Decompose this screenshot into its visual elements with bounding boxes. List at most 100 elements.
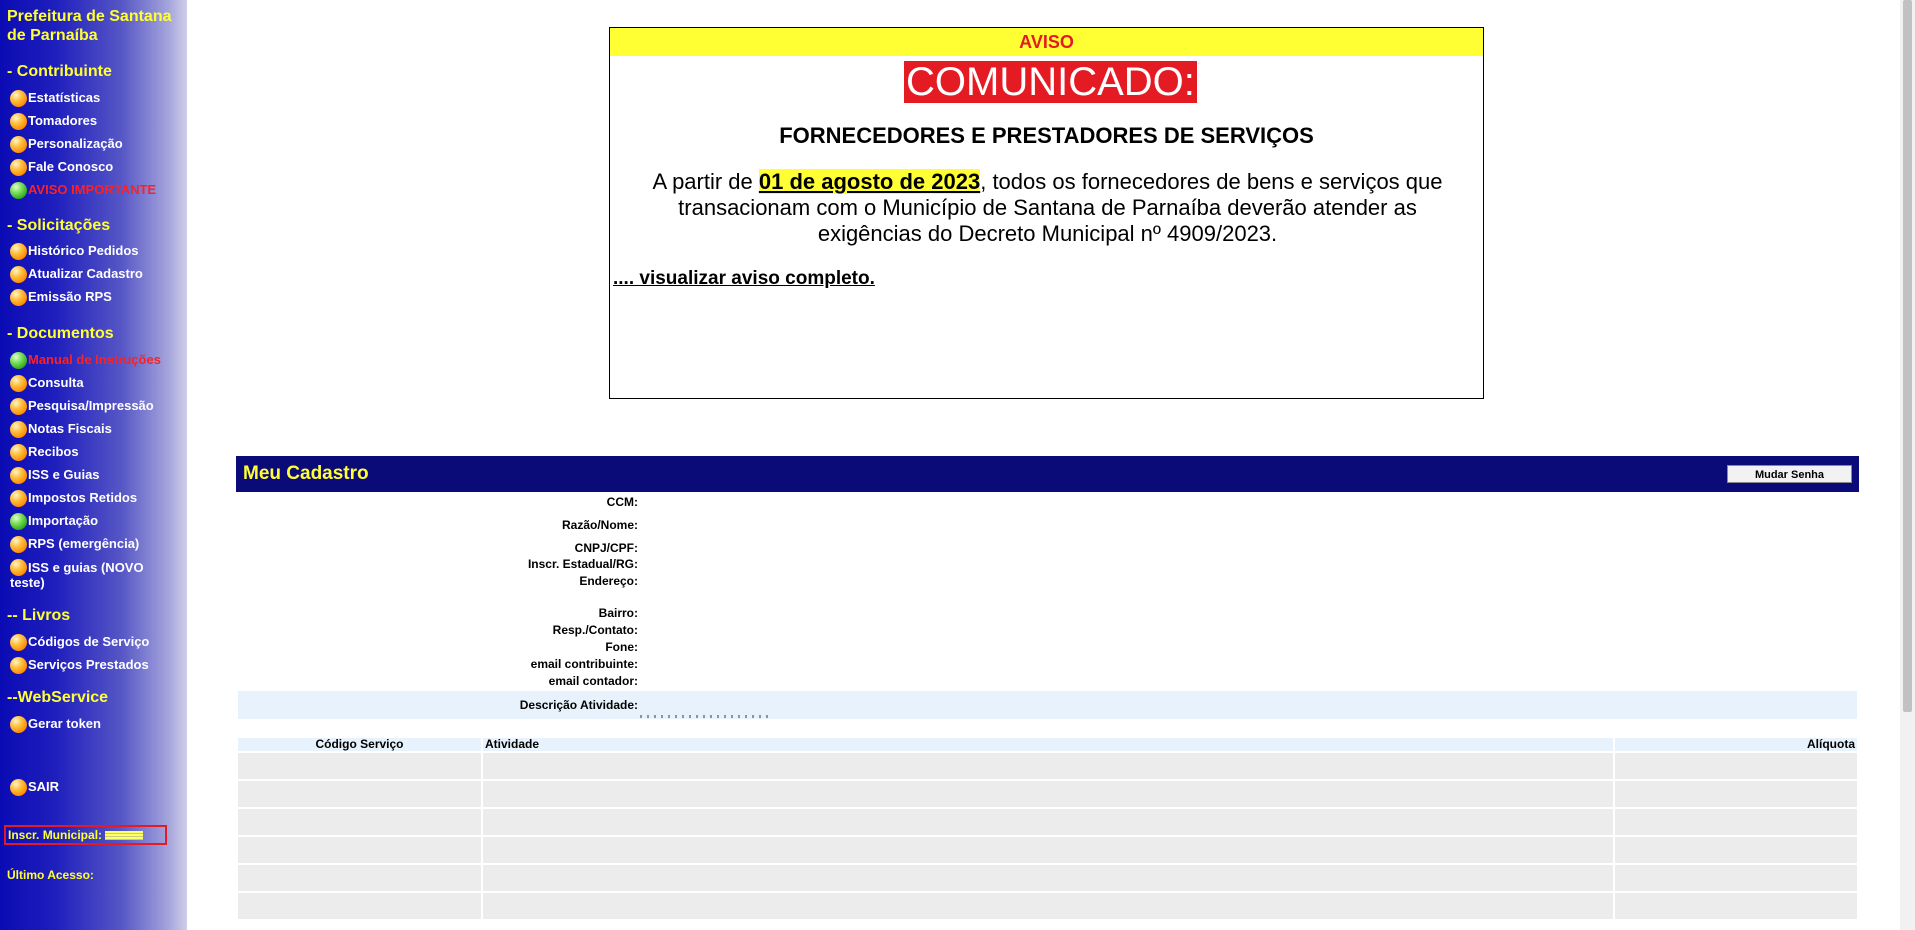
sidebar-item-sair[interactable]: SAIR [10, 778, 60, 796]
sidebar-item-atualizar-cadastro[interactable]: Atualizar Cadastro [10, 265, 143, 283]
meu-cadastro-header: Meu Cadastro Mudar Senha [236, 456, 1859, 492]
table-cell [483, 893, 1613, 919]
green-ball-icon [10, 182, 27, 199]
orange-ball-icon [10, 421, 27, 438]
field-label-ccm: CCM: [606, 495, 638, 509]
sidebar-heading: -- Livros [7, 607, 71, 624]
field-label-cnpj-cpf: CNPJ/CPF: [574, 541, 638, 555]
table-cell [1615, 893, 1857, 919]
column-header-codigo: Código Serviço [238, 738, 481, 751]
sidebar-item-codigos-de-servico[interactable]: Códigos de Serviço [10, 633, 150, 651]
table-cell [1615, 865, 1857, 891]
sidebar-item-label: Códigos de Serviço [28, 634, 150, 649]
table-cell [238, 837, 481, 863]
truncated-text-fragment [640, 715, 770, 718]
orange-ball-icon [10, 289, 27, 306]
services-table-body [238, 753, 1857, 919]
green-ball-icon [10, 513, 27, 530]
table-cell [238, 809, 481, 835]
field-label-razao-nome: Razão/Nome: [561, 518, 638, 532]
sidebar-item-label: Manual de Instruções [28, 352, 161, 367]
ultimo-acesso-label: Último Acesso: [7, 868, 94, 882]
orange-ball-icon [10, 136, 27, 153]
sidebar-item-label: Histórico Pedidos [28, 243, 139, 258]
sidebar-heading: - Contribuinte [7, 63, 112, 80]
table-cell [483, 837, 1613, 863]
sidebar-item-label: Consulta [28, 375, 84, 390]
sidebar-item-label: ISS e guias (NOVO teste) [10, 560, 144, 590]
sidebar-item-label: Fale Conosco [28, 159, 114, 174]
sidebar-heading: --WebService [7, 689, 109, 706]
orange-ball-icon [10, 716, 27, 733]
sidebar-item-aviso-importante[interactable]: AVISO IMPORTANTE [10, 181, 157, 199]
sidebar-heading: - Solicitações [7, 217, 111, 234]
table-cell [238, 781, 481, 807]
vertical-scrollbar[interactable] [1900, 0, 1915, 930]
aviso-date-highlight: 01 de agosto de 2023 [758, 169, 981, 194]
table-row [238, 809, 1857, 835]
services-table: Código Serviço Atividade Alíquota [236, 736, 1859, 921]
sidebar-item-notas-fiscais[interactable]: Notas Fiscais [10, 420, 112, 438]
sidebar-item-personalizacao[interactable]: Personalização [10, 135, 123, 153]
sidebar-item-tomadores[interactable]: Tomadores [10, 112, 97, 130]
sidebar-item-manual-de-instrucoes[interactable]: Manual de Instruções [10, 351, 161, 369]
view-full-notice-link[interactable]: .... visualizar aviso completo. [613, 268, 875, 290]
orange-ball-icon [10, 779, 27, 796]
sidebar-item-servicos-prestados[interactable]: Serviços Prestados [10, 656, 149, 674]
table-cell [238, 865, 481, 891]
table-cell [238, 893, 481, 919]
sidebar-item-label: RPS (emergência) [28, 536, 140, 551]
aviso-panel: AVISO COMUNICADO: FORNECEDORES E PRESTAD… [609, 27, 1484, 399]
sidebar-item-emissao-rps[interactable]: Emissão RPS [10, 288, 112, 306]
table-cell [1615, 809, 1857, 835]
sidebar-item-historico-pedidos[interactable]: Histórico Pedidos [10, 242, 139, 260]
sidebar-item-rps-emergencia[interactable]: RPS (emergência) [10, 535, 140, 553]
field-label-email-contribuinte: email contribuinte: [530, 657, 638, 671]
table-row [238, 781, 1857, 807]
sidebar-item-importacao[interactable]: Importação [10, 512, 99, 530]
sidebar-item-fale-conosco[interactable]: Fale Conosco [10, 158, 114, 176]
table-cell [1615, 837, 1857, 863]
orange-ball-icon [10, 113, 27, 130]
sidebar-item-iss-e-guias[interactable]: ISS e Guias [10, 466, 100, 484]
sidebar-item-label: Estatísticas [28, 90, 101, 105]
sidebar-item-label: SAIR [28, 779, 60, 794]
orange-ball-icon [10, 243, 27, 260]
sidebar-item-estatisticas[interactable]: Estatísticas [10, 89, 101, 107]
sidebar-title: Prefeitura de Santana de Parnaíba [7, 8, 172, 44]
sidebar: Prefeitura de Santana de Parnaíba - Cont… [0, 0, 187, 930]
sidebar-item-label: Importação [28, 513, 99, 528]
table-cell [1615, 781, 1857, 807]
inscricao-municipal-label: Inscr. Municipal: [8, 828, 103, 842]
table-cell [483, 865, 1613, 891]
sidebar-item-recibos[interactable]: Recibos [10, 443, 79, 461]
field-label-fone: Fone: [605, 640, 638, 654]
sidebar-item-consulta[interactable]: Consulta [10, 374, 84, 392]
sidebar-item-label: ISS e Guias [28, 467, 100, 482]
column-header-aliquota: Alíquota [1615, 738, 1857, 751]
scrollbar-thumb[interactable] [1903, 0, 1912, 712]
table-cell [238, 753, 481, 779]
sidebar-item-gerar-token[interactable]: Gerar token [10, 715, 101, 733]
table-cell [483, 809, 1613, 835]
change-password-button[interactable]: Mudar Senha [1727, 465, 1852, 483]
table-row [238, 893, 1857, 919]
sidebar-item-pesquisa-impressao[interactable]: Pesquisa/Impressão [10, 397, 154, 415]
green-ball-icon [10, 352, 27, 369]
sidebar-item-iss-e-guias-novo-teste[interactable]: ISS e guias (NOVO teste) [10, 558, 180, 590]
sidebar-item-label: Recibos [28, 444, 79, 459]
table-row [238, 837, 1857, 863]
sidebar-item-label: AVISO IMPORTANTE [28, 182, 157, 197]
comunicado-banner: COMUNICADO: [904, 60, 1197, 104]
sidebar-item-impostos-retidos[interactable]: Impostos Retidos [10, 489, 137, 507]
sidebar-item-label: Serviços Prestados [28, 657, 149, 672]
orange-ball-icon [10, 398, 27, 415]
orange-ball-icon [10, 467, 27, 484]
aviso-header: AVISO [610, 28, 1483, 56]
aviso-body: A partir de 01 de agosto de 2023, todos … [626, 169, 1469, 247]
orange-ball-icon [10, 559, 27, 576]
orange-ball-icon [10, 159, 27, 176]
table-cell [483, 753, 1613, 779]
aviso-subtitle: FORNECEDORES E PRESTADORES DE SERVIÇOS [779, 123, 1314, 148]
orange-ball-icon [10, 375, 27, 392]
